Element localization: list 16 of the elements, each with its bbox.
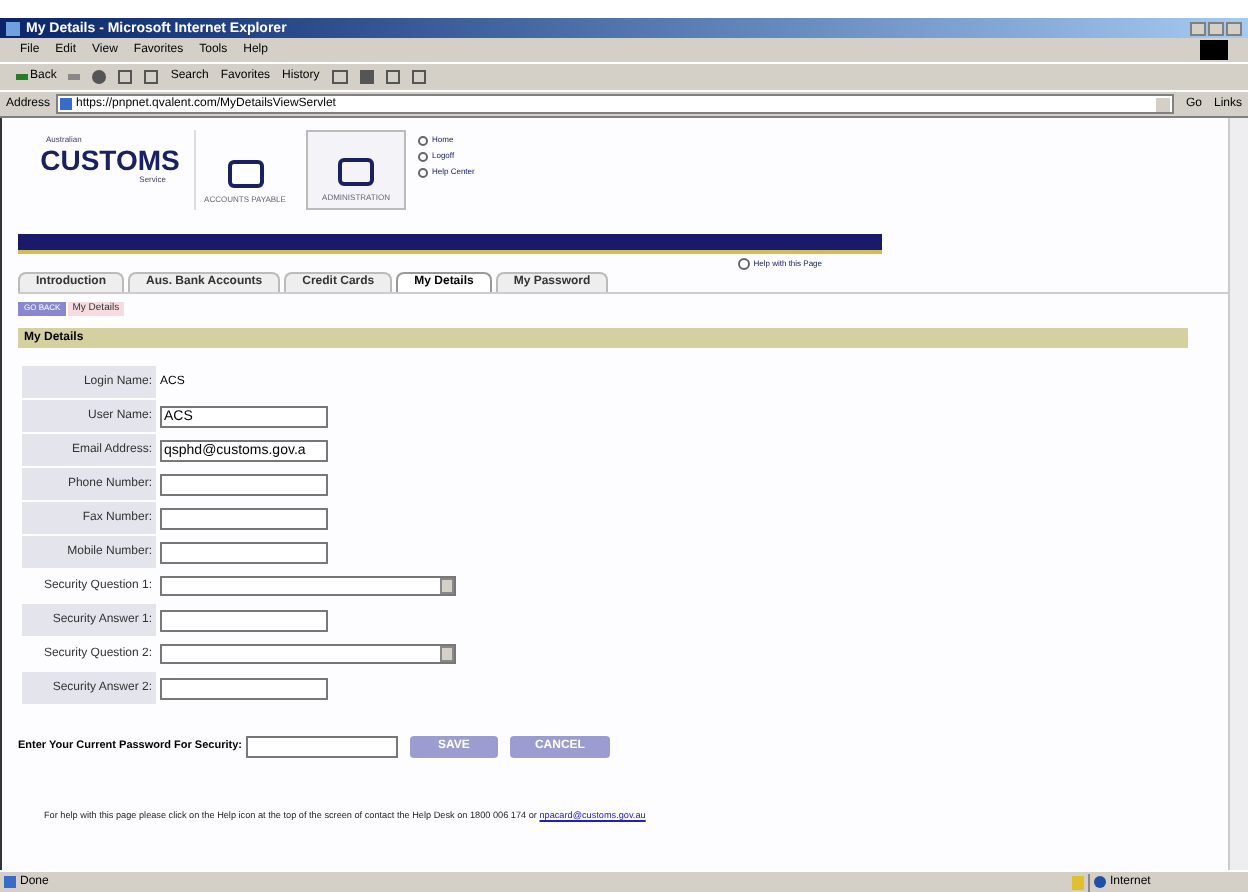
select-field[interactable] (160, 576, 456, 596)
forward-button[interactable] (68, 74, 81, 80)
input-field[interactable] (160, 474, 328, 496)
password-field[interactable] (245, 736, 398, 758)
input-field[interactable] (160, 610, 328, 632)
globe-icon (1094, 876, 1106, 888)
input-field[interactable] (160, 678, 328, 700)
maximize-button[interactable] (1208, 21, 1224, 35)
select-field[interactable] (160, 644, 456, 664)
scrollbar[interactable] (1228, 118, 1248, 870)
close-button[interactable] (1226, 21, 1242, 35)
minimize-button[interactable] (1190, 21, 1206, 35)
browser-icon (6, 21, 20, 35)
input-field[interactable] (160, 542, 328, 564)
input-field[interactable] (160, 508, 328, 530)
stop-icon (92, 70, 107, 84)
